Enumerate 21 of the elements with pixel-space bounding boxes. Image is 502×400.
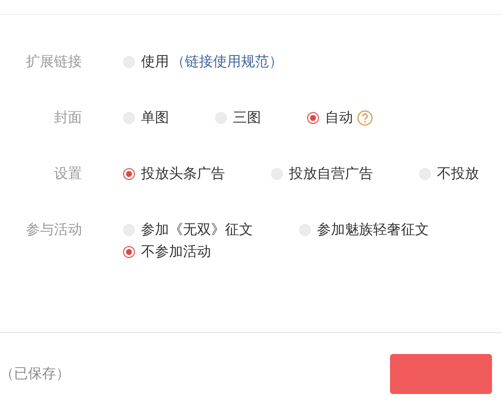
radio-button[interactable] <box>123 168 135 180</box>
radio-button[interactable] <box>123 246 135 258</box>
rules-link[interactable]: （链接使用规范） <box>171 51 283 73</box>
option-label[interactable]: 单图 <box>141 107 169 129</box>
option-label[interactable]: 不投放 <box>437 163 479 185</box>
option-label[interactable]: 三图 <box>233 107 261 129</box>
option-label[interactable]: 不参加活动 <box>141 241 211 263</box>
save-status: （已保存） <box>0 365 70 383</box>
field-label: 扩展链接 <box>25 53 82 72</box>
option-label[interactable]: 投放头条广告 <box>141 163 225 185</box>
publish-button[interactable] <box>390 354 492 394</box>
option-label[interactable]: 投放自营广告 <box>289 163 373 185</box>
radio-button[interactable] <box>307 112 319 124</box>
option-label[interactable]: 参加《无双》征文 <box>141 219 253 241</box>
option-label[interactable]: 参加魅族轻奢征文 <box>317 219 429 241</box>
option-label[interactable]: 使用 <box>141 51 169 73</box>
field-label: 参与活动 <box>25 221 82 240</box>
help-icon[interactable] <box>357 110 373 126</box>
field-label: 设置 <box>53 165 82 184</box>
field-label: 封面 <box>53 109 82 128</box>
option-label[interactable]: 自动 <box>325 107 353 129</box>
